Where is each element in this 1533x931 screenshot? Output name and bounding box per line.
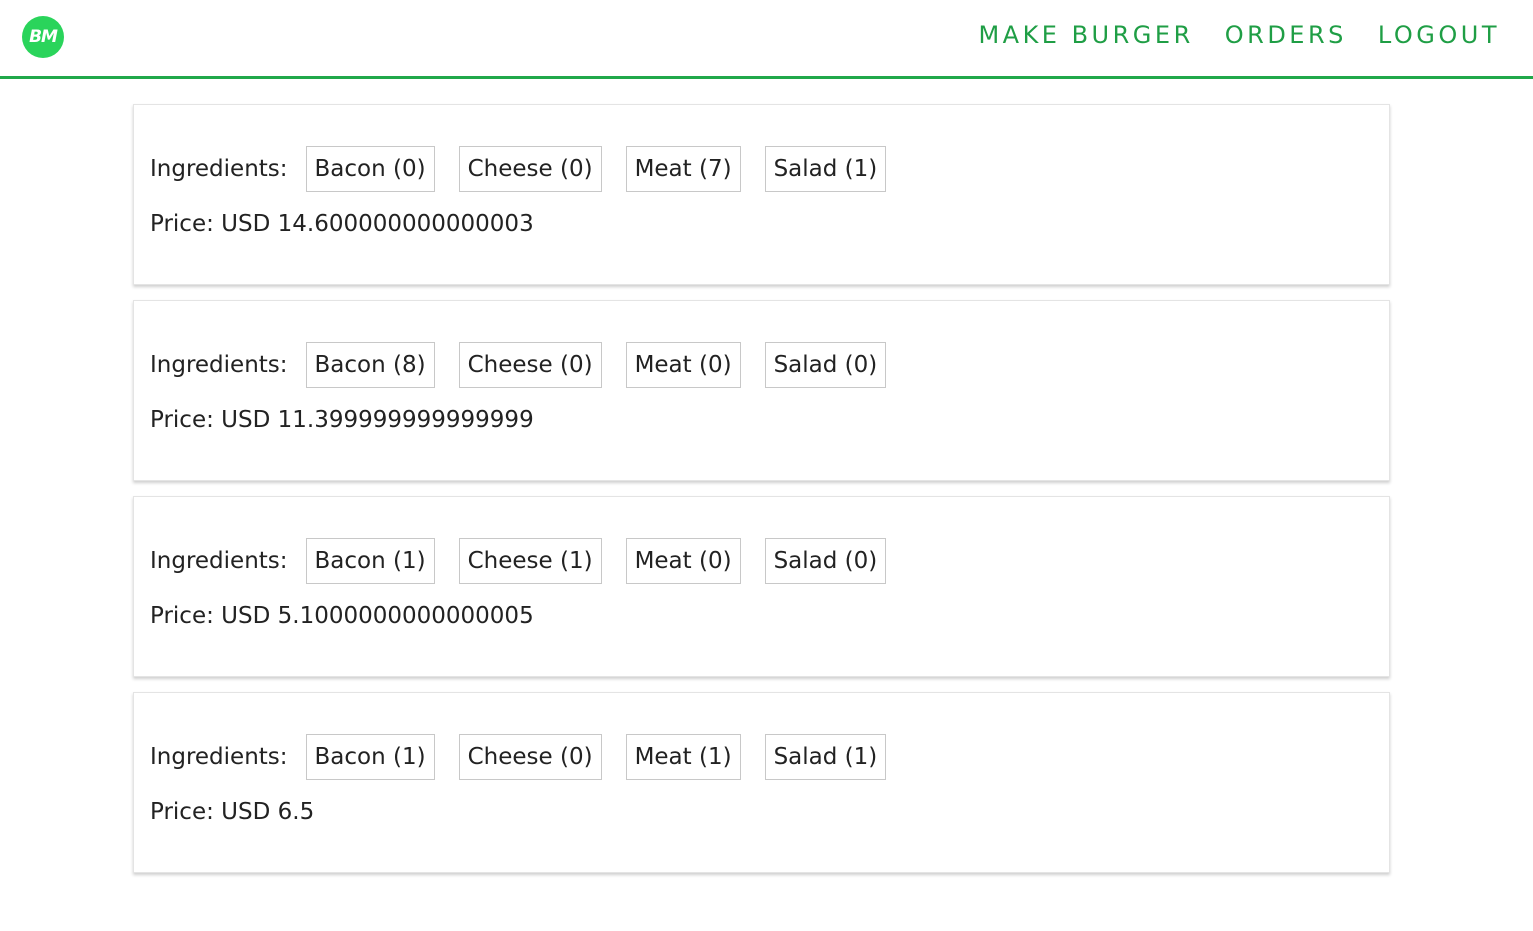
nav-logout[interactable]: LOGOUT <box>1378 20 1500 50</box>
ingredient-chip-cheese: Cheese (0) <box>458 342 602 388</box>
order-price: Price: USD 14.600000000000003 <box>150 211 534 237</box>
ingredient-chip-salad: Salad (1) <box>764 146 887 192</box>
burger-logo[interactable]: BM <box>22 16 64 58</box>
ingredients-label: Ingredients: <box>150 156 288 182</box>
ingredient-chip-salad: Salad (0) <box>764 538 887 584</box>
ingredients-label: Ingredients: <box>150 744 288 770</box>
ingredients-row: Ingredients: Bacon (1) Cheese (1) Meat (… <box>150 538 1389 584</box>
ingredient-chip-bacon: Bacon (1) <box>305 538 435 584</box>
ingredient-chip-bacon: Bacon (1) <box>305 734 435 780</box>
nav-links: MAKE BURGER ORDERS LOGOUT <box>978 20 1500 50</box>
ingredients-label: Ingredients: <box>150 352 288 378</box>
ingredient-chip-bacon: Bacon (8) <box>305 342 435 388</box>
ingredients-row: Ingredients: Bacon (8) Cheese (0) Meat (… <box>150 342 1389 388</box>
ingredient-chip-cheese: Cheese (0) <box>458 146 602 192</box>
order-card: Ingredients: Bacon (0) Cheese (0) Meat (… <box>133 104 1390 285</box>
order-card: Ingredients: Bacon (1) Cheese (0) Meat (… <box>133 692 1390 873</box>
order-price: Price: USD 5.1000000000000005 <box>150 603 534 629</box>
order-card: Ingredients: Bacon (8) Cheese (0) Meat (… <box>133 300 1390 481</box>
ingredients-row: Ingredients: Bacon (0) Cheese (0) Meat (… <box>150 146 1389 192</box>
order-price: Price: USD 6.5 <box>150 799 315 825</box>
ingredient-chip-bacon: Bacon (0) <box>305 146 435 192</box>
ingredient-chip-cheese: Cheese (1) <box>458 538 602 584</box>
ingredients-label: Ingredients: <box>150 548 288 574</box>
ingredients-row: Ingredients: Bacon (1) Cheese (0) Meat (… <box>150 734 1389 780</box>
ingredient-chip-meat: Meat (1) <box>625 734 741 780</box>
orders-list: Ingredients: Bacon (0) Cheese (0) Meat (… <box>133 104 1390 888</box>
order-price: Price: USD 11.399999999999999 <box>150 407 534 433</box>
nav-make-burger[interactable]: MAKE BURGER <box>978 20 1193 50</box>
ingredient-chip-cheese: Cheese (0) <box>458 734 602 780</box>
ingredient-chip-meat: Meat (0) <box>625 342 741 388</box>
ingredient-chip-salad: Salad (0) <box>764 342 887 388</box>
ingredient-chip-meat: Meat (7) <box>625 146 741 192</box>
ingredient-chip-meat: Meat (0) <box>625 538 741 584</box>
ingredient-chip-salad: Salad (1) <box>764 734 887 780</box>
top-navbar: BM MAKE BURGER ORDERS LOGOUT <box>0 0 1533 79</box>
nav-orders[interactable]: ORDERS <box>1225 20 1347 50</box>
order-card: Ingredients: Bacon (1) Cheese (1) Meat (… <box>133 496 1390 677</box>
